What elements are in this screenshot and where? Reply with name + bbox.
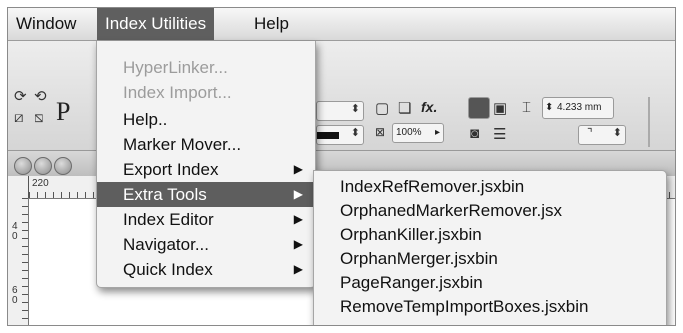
corner-shape-icon: ⌝ <box>587 126 593 140</box>
ruler-mark: 0 <box>12 295 18 306</box>
frame-fit-icon[interactable]: ▢ <box>375 99 389 117</box>
menu-item-navigator[interactable]: Navigator... ▶ <box>97 232 315 257</box>
menu-item-extra-tools[interactable]: Extra Tools ▶ <box>97 182 315 207</box>
flip-icon[interactable]: ⧅ <box>34 109 44 126</box>
chevron-right-icon: ▶ <box>293 262 303 276</box>
size-stepper-icon[interactable]: ⬍ <box>545 102 553 113</box>
style-select[interactable]: ⬍ <box>316 101 364 121</box>
effects-icon[interactable]: fx. <box>421 99 437 115</box>
size-field[interactable]: ⬍ 4.233 mm <box>542 97 614 119</box>
wrap-jump-icon[interactable]: ☰ <box>493 125 506 143</box>
menu-item-marker-mover[interactable]: Marker Mover... <box>97 132 315 157</box>
menu-item-quick-index[interactable]: Quick Index ▶ <box>97 257 315 282</box>
chevron-right-icon: ▶ <box>293 212 303 226</box>
width-icon: ⌶ <box>522 99 532 116</box>
opacity-arrow-icon: ▸ <box>434 127 440 138</box>
chevron-right-icon: ▶ <box>293 162 303 176</box>
ruler-mark: 220 <box>32 178 49 189</box>
stroke-swatch <box>317 132 339 139</box>
menu-item-export-index[interactable]: Export Index ▶ <box>97 157 315 182</box>
submenu-item-orphankiller[interactable]: OrphanKiller.jsxbin <box>314 223 666 247</box>
menu-item-index-editor[interactable]: Index Editor ▶ <box>97 207 315 232</box>
menu-index-utilities[interactable]: Index Utilities <box>97 8 215 40</box>
ruler-mark: 0 <box>12 231 18 242</box>
menu-window[interactable]: Window <box>8 8 84 40</box>
submenu-item-removetempimportboxes[interactable]: RemoveTempImportBoxes.jsxbin <box>314 295 666 319</box>
shadow-icon[interactable]: ❏ <box>398 99 411 117</box>
wrap-shape-icon[interactable]: ◙ <box>470 125 479 142</box>
shear-icon[interactable]: ⧄ <box>14 109 24 126</box>
corner-select[interactable]: ⌝ ⬍ <box>578 125 626 145</box>
vertical-ruler[interactable]: 4 0 6 0 <box>8 198 29 325</box>
type-preview-letter: P <box>56 97 71 126</box>
size-value: 4.233 mm <box>557 102 602 113</box>
submenu-item-orphanmerger[interactable]: OrphanMerger.jsxbin <box>314 247 666 271</box>
opacity-value: 100% <box>396 127 422 138</box>
wrap-none-icon[interactable] <box>468 97 490 119</box>
menu-bar: Window Index Utilities Help <box>8 8 675 41</box>
zoom-window-icon[interactable] <box>54 157 72 175</box>
menu-help[interactable]: Help <box>246 8 297 40</box>
scale-icon: ⊠ <box>375 125 386 139</box>
app-window: Window Index Utilities Help ⟳ ⟲ ⧄ ⧅ P ⬍ … <box>7 7 676 326</box>
wrap-box-icon[interactable]: ▣ <box>493 99 507 117</box>
opacity-field[interactable]: 100% ▸ <box>392 123 444 143</box>
menu-item-index-import: Index Import... <box>123 83 232 102</box>
close-window-icon[interactable] <box>14 157 32 175</box>
rotate-icon[interactable]: ⟳ <box>14 87 27 105</box>
extra-tools-submenu: IndexRefRemover.jsxbin OrphanedMarkerRem… <box>313 170 667 325</box>
submenu-item-indexrefremover[interactable]: IndexRefRemover.jsxbin <box>314 175 666 199</box>
rotate-ccw-icon[interactable]: ⟲ <box>34 87 47 105</box>
menu-item-hyperlinker: HyperLinker... <box>123 58 228 77</box>
updown-icon: ⬍ <box>350 127 360 139</box>
toolbar-divider <box>648 97 650 147</box>
stroke-select[interactable]: ⬍ <box>316 125 364 145</box>
chevron-right-icon: ▶ <box>293 187 303 201</box>
updown-icon: ⬍ <box>350 103 360 115</box>
chevron-right-icon: ▶ <box>293 237 303 251</box>
submenu-item-orphanedmarkerremover[interactable]: OrphanedMarkerRemover.jsx <box>314 199 666 223</box>
submenu-item-pageranger[interactable]: PageRanger.jsxbin <box>314 271 666 295</box>
minimize-window-icon[interactable] <box>34 157 52 175</box>
menu-item-help[interactable]: Help.. <box>97 107 315 132</box>
index-utilities-menu: HyperLinker... Index Import... Help.. Ma… <box>96 41 316 288</box>
updown-icon: ⬍ <box>612 127 622 139</box>
